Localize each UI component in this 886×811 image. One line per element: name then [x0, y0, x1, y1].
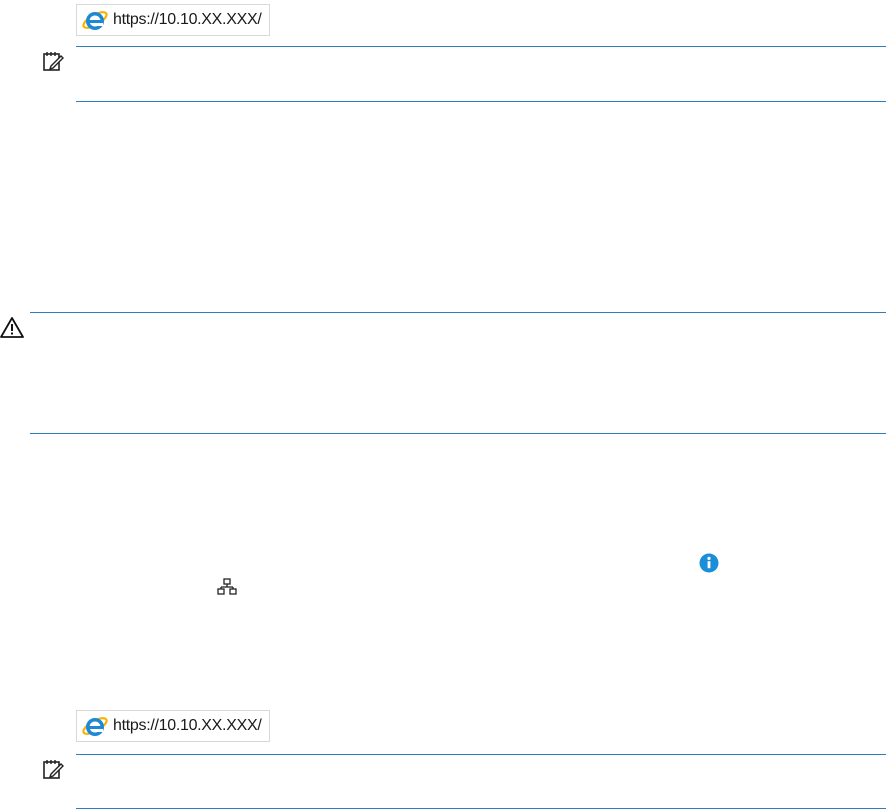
note-rule-bottom-2: [76, 808, 886, 809]
internet-explorer-icon: [82, 11, 108, 30]
note-rule-bottom: [76, 101, 886, 102]
warning-triangle-icon: [0, 317, 24, 338]
note-rule-top: [76, 46, 886, 47]
caution-rule-bottom: [30, 433, 886, 434]
info-icon: [699, 553, 719, 573]
note-icon: [43, 52, 64, 71]
note-icon: [43, 760, 64, 779]
caution-rule-top: [30, 312, 886, 313]
internet-explorer-icon: [82, 717, 108, 736]
note-rule-top-2: [76, 754, 886, 755]
address-url: https://10.10.XX.XXX/: [113, 717, 262, 734]
network-icon: [217, 578, 237, 595]
address-bar-bottom: https://10.10.XX.XXX/: [76, 710, 270, 742]
address-bar-top: https://10.10.XX.XXX/: [76, 4, 270, 36]
address-url: https://10.10.XX.XXX/: [113, 11, 262, 28]
